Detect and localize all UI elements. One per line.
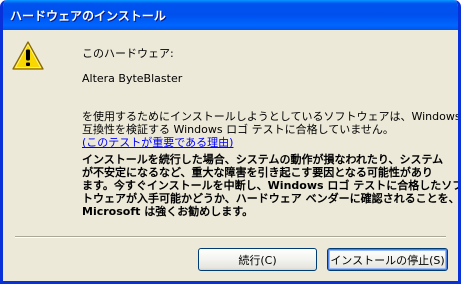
warning-line-3: ます。今すぐインストールを中断し、Windows ロゴ テストに合格したソフ: [82, 179, 461, 192]
divider: [15, 236, 446, 238]
title-bar[interactable]: ハードウェアのインストール: [3, 0, 458, 30]
warning-message: インストールを続行した場合、システムの動作が損なわれたり、システム が不安定にな…: [82, 153, 461, 218]
warning-line-1: インストールを続行した場合、システムの動作が損なわれたり、システム: [82, 153, 444, 166]
compatibility-message: を使用するためにインストールしようとしているソフトウェアは、Windows XP…: [82, 110, 461, 149]
window-title: ハードウェアのインストール: [10, 9, 166, 23]
device-name: Altera ByteBlaster: [82, 72, 183, 85]
stop-installation-button[interactable]: インストールの停止(S): [327, 248, 448, 271]
dialog-window: ハードウェアのインストール このハードウェア: Altera ByteBlast…: [0, 0, 461, 284]
device-heading: このハードウェア:: [82, 47, 174, 60]
warning-line-5: Microsoft は強くお勧めします。: [82, 205, 254, 218]
warning-line-4: トウェアが入手可能かどうか、ハードウェア ベンダーに確認されることを、: [82, 192, 460, 205]
why-important-link[interactable]: (このテストが重要である理由): [82, 136, 233, 149]
warning-icon: [12, 41, 44, 70]
compatibility-line-2: 互換性を検証する Windows ロゴ テストに合格していません。: [82, 123, 394, 136]
continue-button[interactable]: 続行(C): [198, 248, 317, 271]
warning-line-2: が不安定になるなど、重大な障害を引き起こす要因となる可能性があり: [82, 166, 433, 179]
compatibility-line-1: を使用するためにインストールしようとしているソフトウェアは、Windows XP…: [82, 110, 461, 123]
dialog-content: このハードウェア: Altera ByteBlaster を使用するためにインス…: [3, 30, 458, 281]
